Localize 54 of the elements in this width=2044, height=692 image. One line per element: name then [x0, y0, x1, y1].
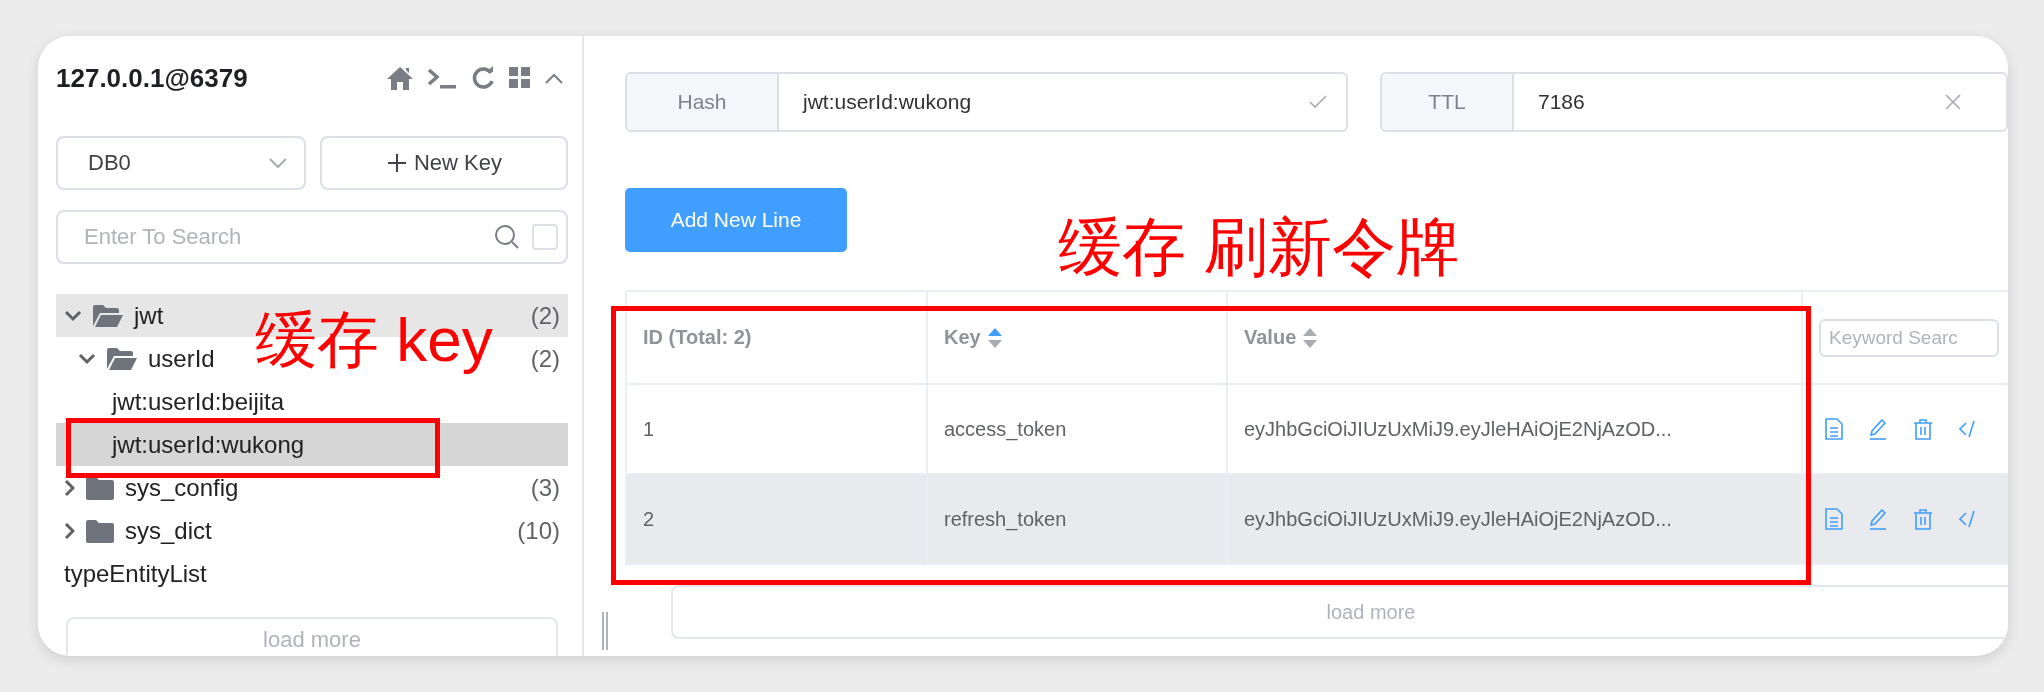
sort-icon[interactable] [1302, 326, 1319, 349]
ttl-field[interactable]: TTL 7186 [1380, 72, 2008, 132]
search-field[interactable]: Enter To Search [56, 210, 568, 264]
check-icon [1308, 94, 1328, 110]
search-icon [494, 224, 520, 250]
table-cell: 2 [643, 507, 655, 531]
terminal-icon[interactable] [426, 66, 458, 90]
home-icon[interactable] [386, 65, 414, 91]
tree-item[interactable]: jwt:userId:wukong [112, 430, 305, 459]
chevron-down-icon [64, 309, 82, 322]
tree-item[interactable]: typeEntityList [64, 559, 207, 588]
folder-open-icon [92, 303, 124, 328]
resize-handle[interactable] [602, 612, 608, 650]
chevron-right-icon [64, 479, 75, 496]
annotation-text: 缓存 key [255, 306, 493, 375]
chevron-down-icon [268, 157, 288, 169]
tree-item[interactable]: jwt [134, 301, 164, 330]
clear-icon [1944, 93, 1962, 111]
grid-icon[interactable] [508, 66, 532, 90]
db-select[interactable]: DB0 [56, 136, 306, 190]
document-icon[interactable] [1825, 508, 1843, 530]
table-cell: eyJhbGciOiJIUzUxMiJ9.eyJleHAiOjE2NjAzOD... [1244, 417, 1672, 441]
table-cell: eyJhbGciOiJIUzUxMiJ9.eyJleHAiOjE2NjAzOD... [1244, 507, 1672, 531]
key-name-field[interactable]: Hash jwt:userId:wukong [625, 72, 1348, 132]
delete-icon[interactable] [1913, 508, 1933, 530]
item-count: (2) [530, 301, 560, 330]
item-count: (10) [517, 516, 560, 545]
tree-item[interactable]: sys_config [125, 473, 239, 502]
plus-icon [385, 152, 408, 174]
new-key-button[interactable]: New Key [320, 136, 568, 190]
tree-item[interactable]: sys_dict [125, 516, 212, 545]
collapse-icon[interactable] [544, 71, 564, 85]
edit-icon[interactable] [1869, 508, 1887, 530]
item-count: (2) [530, 344, 560, 373]
table-cell: refresh_token [944, 507, 1067, 531]
chevron-right-icon [64, 522, 75, 539]
table-cell: 1 [643, 417, 655, 441]
chevron-down-icon [78, 352, 96, 365]
connection-title: 127.0.0.1@6379 [56, 62, 248, 94]
checkbox[interactable] [532, 224, 558, 250]
folder-open-icon [106, 346, 138, 371]
tree-item[interactable]: jwt:userId:beijita [112, 387, 285, 416]
tree-item[interactable]: userId [148, 344, 215, 373]
edit-icon[interactable] [1869, 418, 1887, 440]
folder-icon [85, 517, 115, 544]
annotation-text: 缓存 刷新令牌 [1058, 212, 1460, 283]
table-cell: access_token [944, 417, 1067, 441]
keyword-search-field[interactable]: Keyword Searc [1819, 318, 1999, 357]
delete-icon[interactable] [1913, 418, 1933, 440]
refresh-icon[interactable] [470, 65, 496, 91]
column-header: ID (Total: 2) [643, 326, 752, 349]
document-icon[interactable] [1825, 418, 1843, 440]
sort-icon[interactable] [986, 326, 1003, 349]
item-count: (3) [530, 473, 560, 502]
